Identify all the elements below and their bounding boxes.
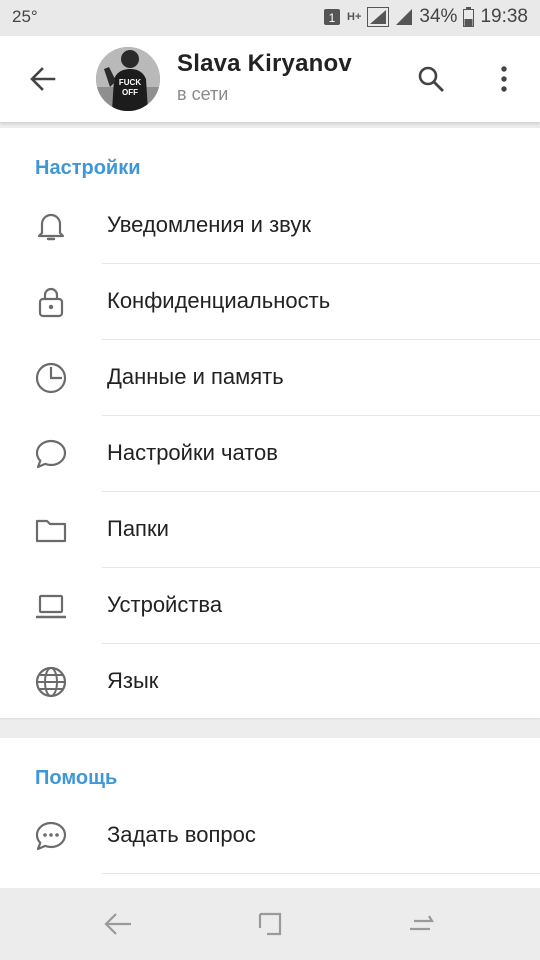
battery-percent: 34% bbox=[419, 6, 458, 27]
more-vertical-icon bbox=[501, 66, 507, 92]
settings-item-label: Язык bbox=[107, 668, 159, 693]
nav-home-icon bbox=[258, 912, 282, 936]
help-item-ask-question[interactable]: Задать вопрос bbox=[0, 798, 540, 874]
system-navigation-bar bbox=[0, 888, 540, 960]
settings-item-label: Устройства bbox=[107, 592, 223, 617]
back-button[interactable] bbox=[22, 58, 64, 100]
help-section: Помощь Задать вопрос bbox=[0, 738, 540, 888]
settings-item-label: Настройки чатов bbox=[107, 440, 278, 465]
status-bar: 25° 1 H+ 34% 19:38 bbox=[0, 0, 540, 36]
lock-icon bbox=[33, 284, 69, 320]
chat-title[interactable]: Slava Kiryanov bbox=[177, 50, 352, 78]
nav-recents-icon bbox=[410, 915, 434, 931]
settings-item-label: Данные и память bbox=[107, 364, 284, 389]
settings-item-label: Уведомления и звук bbox=[107, 212, 311, 237]
settings-item-label: Папки bbox=[107, 516, 169, 541]
battery-icon bbox=[463, 7, 475, 27]
avatar[interactable]: FUCK OFF bbox=[96, 47, 160, 111]
settings-item-label: Конфиденциальность bbox=[107, 288, 331, 313]
nav-recents-button[interactable] bbox=[401, 908, 441, 940]
chat-bubble-icon bbox=[33, 436, 69, 472]
folder-icon bbox=[33, 512, 69, 548]
nav-home-button[interactable] bbox=[250, 908, 290, 940]
search-icon bbox=[418, 66, 444, 92]
signal-icon bbox=[367, 7, 390, 27]
settings-item-data-storage[interactable]: Данные и память bbox=[0, 340, 540, 416]
divider bbox=[102, 873, 540, 874]
bell-icon bbox=[33, 208, 69, 244]
laptop-icon bbox=[33, 588, 69, 624]
help-item-label: Задать вопрос bbox=[107, 822, 256, 847]
network-type-icon: H+ bbox=[347, 11, 362, 23]
arrow-back-icon bbox=[30, 67, 56, 91]
search-button[interactable] bbox=[410, 58, 452, 100]
svg-text:OFF: OFF bbox=[122, 88, 138, 97]
clock: 19:38 bbox=[480, 6, 528, 27]
chat-dots-icon bbox=[33, 818, 69, 854]
settings-header: Настройки bbox=[35, 157, 141, 179]
status-right: 1 H+ 34% 19:38 bbox=[323, 6, 528, 28]
settings-item-language[interactable]: Язык bbox=[0, 644, 540, 720]
settings-section: Настройки Уведомления и звук Конфиденциа… bbox=[0, 128, 540, 718]
more-options-button[interactable] bbox=[484, 58, 524, 100]
nav-back-button[interactable] bbox=[98, 908, 138, 940]
settings-item-notifications[interactable]: Уведомления и звук bbox=[0, 188, 540, 264]
settings-item-chat-settings[interactable]: Настройки чатов bbox=[0, 416, 540, 492]
settings-item-devices[interactable]: Устройства bbox=[0, 568, 540, 644]
sim-icon: 1 bbox=[323, 8, 341, 26]
svg-text:FUCK: FUCK bbox=[119, 78, 141, 87]
app-bar: FUCK OFF Slava Kiryanov в сети bbox=[0, 36, 540, 122]
help-header: Помощь bbox=[35, 767, 118, 789]
status-temperature: 25° bbox=[12, 7, 38, 26]
nav-back-icon bbox=[104, 913, 131, 935]
settings-item-privacy[interactable]: Конфиденциальность bbox=[0, 264, 540, 340]
settings-item-folders[interactable]: Папки bbox=[0, 492, 540, 568]
signal-2-icon bbox=[395, 7, 413, 27]
svg-text:1: 1 bbox=[329, 11, 336, 25]
globe-icon bbox=[33, 664, 69, 700]
chat-status: в сети bbox=[177, 84, 229, 104]
clock-pie-icon bbox=[33, 360, 69, 396]
